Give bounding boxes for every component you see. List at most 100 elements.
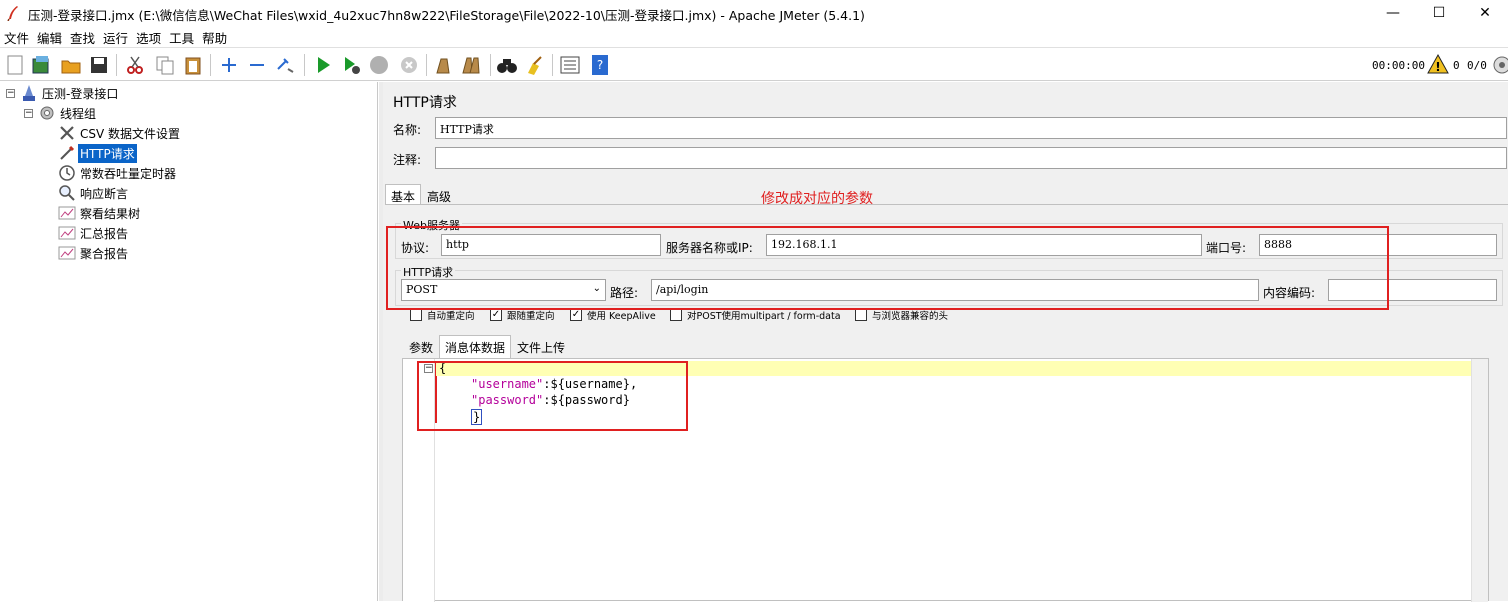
templates-icon[interactable] (30, 54, 52, 76)
cut-icon[interactable] (124, 54, 146, 76)
collapse-thread-group-icon[interactable]: − (24, 109, 33, 118)
clear-icon[interactable] (432, 54, 454, 76)
toolbar-separator (210, 54, 211, 76)
chart-icon (58, 244, 76, 262)
toolbar-separator (426, 54, 427, 76)
open-icon[interactable] (60, 54, 82, 76)
checkbox-label: 跟随重定向 (507, 311, 555, 322)
checkbox-auto-redirect[interactable]: 自动重定向 (410, 308, 475, 322)
tree-label: 压测-登录接口 (42, 86, 119, 101)
checkbox-label: 自动重定向 (427, 311, 475, 322)
toggle-icon[interactable] (274, 54, 296, 76)
panel-title: HTTP请求 (393, 95, 457, 111)
tree-label: 常数吞吐量定时器 (80, 166, 177, 181)
comment-field[interactable] (435, 147, 1507, 169)
start-no-pauses-icon[interactable] (340, 54, 362, 76)
editor-scrollbar[interactable] (1471, 359, 1488, 602)
tree-node-aggregate-report[interactable]: 聚合报告 (58, 244, 130, 262)
collapse-root-icon[interactable]: − (6, 89, 15, 98)
stop-icon[interactable] (368, 54, 390, 76)
jmeter-feather-icon (7, 6, 18, 21)
tree-label: 线程组 (60, 106, 97, 121)
tab-parameters[interactable]: 参数 (403, 335, 439, 360)
checkbox-box[interactable] (855, 309, 867, 321)
menu-help[interactable]: 帮助 (198, 28, 231, 46)
status-indicator-icon (1491, 54, 1508, 76)
tools-icon (58, 124, 76, 142)
chart-icon (58, 204, 76, 222)
window-title: 压测-登录接口.jmx (E:\微信信息\WeChat Files\wxid_4… (28, 8, 865, 23)
test-plan-tree: − 压测-登录接口 − 线程组 CSV 数据文件设置 HTTP请求 常数吞吐量定… (0, 82, 378, 601)
menu-search[interactable]: 查找 (66, 28, 99, 46)
tree-node-assertion[interactable]: 响应断言 (58, 184, 130, 202)
checkbox-follow-redirect[interactable]: ✓ 跟随重定向 (490, 308, 555, 322)
checkbox-label: 与浏览器兼容的头 (872, 311, 949, 322)
toolbar-separator (552, 54, 553, 76)
gear-icon (38, 104, 56, 122)
name-field[interactable]: HTTP请求 (435, 117, 1507, 139)
tree-node-http-request[interactable]: HTTP请求 (58, 143, 137, 163)
checkbox-keepalive[interactable]: ✓ 使用 KeepAlive (570, 308, 656, 322)
tree-label: HTTP请求 (78, 143, 137, 163)
menu-tools[interactable]: 工具 (165, 28, 198, 46)
highlight-box-body (417, 361, 688, 431)
tree-label: 汇总报告 (80, 226, 129, 241)
toolbar-separator (304, 54, 305, 76)
clock-icon (58, 164, 76, 182)
tree-label: 聚合报告 (80, 246, 129, 261)
tree-label: 响应断言 (80, 186, 129, 201)
title-bar: 压测-登录接口.jmx (E:\微信信息\WeChat Files\wxid_4… (0, 0, 1508, 26)
copy-icon[interactable] (154, 54, 176, 76)
tab-file-upload[interactable]: 文件上传 (511, 335, 571, 360)
minimize-button[interactable]: — (1370, 0, 1416, 26)
check-icon[interactable]: ✓ (490, 309, 502, 321)
tree-node-summary-report[interactable]: 汇总报告 (58, 224, 130, 242)
checkbox-multipart[interactable]: 对POST使用multipart / form-data (670, 308, 841, 322)
new-icon[interactable] (4, 54, 26, 76)
magnifier-icon (58, 184, 76, 202)
error-count: 0 (1453, 59, 1460, 72)
shutdown-icon[interactable] (398, 54, 420, 76)
checkbox-label: 对POST使用multipart / form-data (687, 311, 841, 322)
elapsed-timer: 00:00:00 (1372, 59, 1425, 72)
pipette-icon (58, 144, 76, 162)
menu-edit[interactable]: 编辑 (33, 28, 66, 46)
checkbox-browser-headers[interactable]: 与浏览器兼容的头 (855, 308, 948, 322)
active-threads: 0/0 (1467, 59, 1487, 72)
tab-body-data[interactable]: 消息体数据 (439, 335, 512, 360)
warning-icon[interactable]: ! (1427, 53, 1449, 75)
comment-label: 注释: (393, 153, 422, 167)
clear-all-icon[interactable] (460, 54, 482, 76)
body-tabs: 参数 消息体数据 文件上传 (403, 335, 571, 360)
svg-text:?: ? (597, 58, 603, 72)
checkbox-label: 使用 KeepAlive (587, 311, 656, 322)
name-label: 名称: (393, 123, 422, 137)
paste-icon[interactable] (182, 54, 204, 76)
collapse-all-icon[interactable] (246, 54, 268, 76)
start-icon[interactable] (312, 54, 334, 76)
reset-search-icon[interactable] (524, 54, 546, 76)
help-icon[interactable]: ? (589, 54, 611, 76)
expand-all-icon[interactable] (218, 54, 240, 76)
svg-text:!: ! (1435, 60, 1440, 74)
tree-node-results-tree[interactable]: 察看结果树 (58, 204, 142, 222)
maximize-button[interactable]: ☐ (1416, 0, 1462, 26)
toolbar: ? 00:00:00 ! 0 0/0 (0, 47, 1508, 81)
menu-run[interactable]: 运行 (99, 28, 132, 46)
save-icon[interactable] (88, 54, 110, 76)
checkbox-box[interactable] (410, 309, 422, 321)
function-helper-icon[interactable] (559, 54, 581, 76)
tree-node-test-plan[interactable]: 压测-登录接口 (20, 84, 120, 102)
menu-bar: 文件 编辑 查找 运行 选项 工具 帮助 (0, 28, 231, 46)
checkbox-box[interactable] (670, 309, 682, 321)
check-icon[interactable]: ✓ (570, 309, 582, 321)
tree-node-thread-group[interactable]: 线程组 (38, 104, 98, 122)
tree-node-csv[interactable]: CSV 数据文件设置 (58, 124, 182, 142)
toolbar-separator (116, 54, 117, 76)
tree-node-timer[interactable]: 常数吞吐量定时器 (58, 164, 178, 182)
close-button[interactable]: ✕ (1462, 0, 1508, 26)
search-icon[interactable] (496, 54, 518, 76)
toolbar-separator (490, 54, 491, 76)
menu-options[interactable]: 选项 (132, 28, 165, 46)
menu-file[interactable]: 文件 (0, 28, 33, 46)
